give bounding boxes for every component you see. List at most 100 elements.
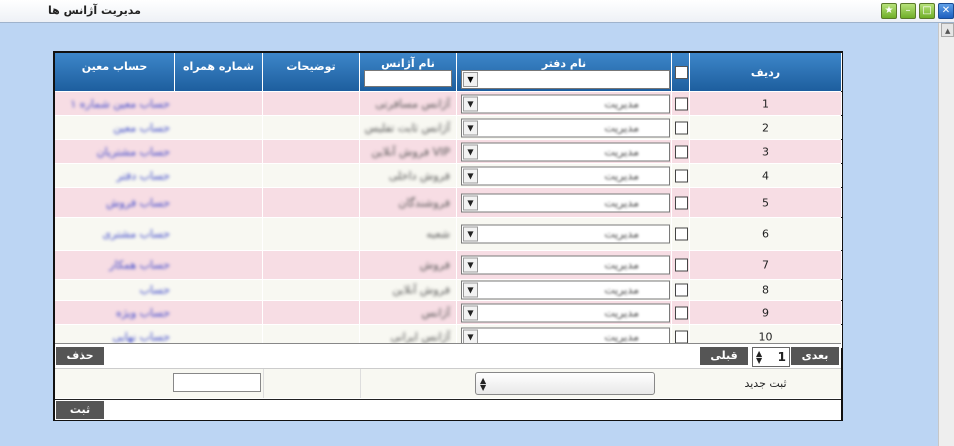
account-link[interactable]: حساب معین bbox=[113, 121, 170, 134]
row-checkbox[interactable] bbox=[675, 97, 688, 110]
office-value: مدیریت bbox=[604, 306, 639, 319]
office-cell: ▼ مدیریت bbox=[457, 251, 672, 279]
agency-name: فروش داخلی bbox=[388, 169, 450, 182]
account-link[interactable]: حساب ویژه bbox=[116, 306, 170, 319]
row-select-cell bbox=[672, 140, 690, 163]
account-cell: حساب ویژه bbox=[55, 301, 174, 324]
close-icon[interactable]: ✕ bbox=[938, 3, 954, 19]
office-value: مدیریت bbox=[604, 97, 639, 110]
minimize-icon[interactable]: – bbox=[900, 3, 916, 19]
delete-button[interactable]: حذف bbox=[56, 347, 104, 365]
row-number: 1 bbox=[762, 97, 769, 110]
office-select[interactable]: ▼ مدیریت bbox=[461, 166, 670, 185]
col-header-office: نام دفتر ▼ bbox=[457, 53, 672, 91]
account-link[interactable]: حساب مشتری bbox=[102, 228, 170, 241]
agency-filter-input[interactable] bbox=[364, 70, 452, 87]
table-row: 6 ▼ مدیریت شعبه حساب مشتری bbox=[55, 218, 842, 250]
agency-cell: شعبه bbox=[360, 218, 457, 250]
account-cell: حساب مشتری bbox=[55, 218, 174, 250]
row-checkbox[interactable] bbox=[675, 306, 688, 319]
submit-button[interactable]: ثبت bbox=[56, 401, 104, 419]
agency-cell: فروش داخلی bbox=[360, 164, 457, 187]
phone-cell bbox=[175, 218, 263, 250]
new-office-select[interactable]: ▲ ▼ bbox=[475, 372, 655, 395]
office-cell: ▼ مدیریت bbox=[457, 280, 672, 300]
maximize-icon[interactable]: □ bbox=[919, 3, 935, 19]
row-number-cell: 6 bbox=[690, 218, 842, 250]
phone-cell bbox=[175, 280, 263, 300]
table-row: 7 ▼ مدیریت فروش حساب همکار bbox=[55, 251, 842, 279]
row-number: 6 bbox=[762, 227, 769, 241]
office-select[interactable]: ▼ مدیریت bbox=[461, 193, 670, 212]
row-checkbox[interactable] bbox=[675, 145, 688, 158]
office-select[interactable]: ▼ مدیریت bbox=[461, 224, 670, 244]
account-link[interactable]: حساب دفتر bbox=[117, 169, 170, 182]
desc-cell bbox=[263, 301, 360, 324]
col-header-select bbox=[672, 53, 690, 91]
account-link[interactable]: حساب فروش bbox=[106, 196, 170, 209]
office-select[interactable]: ▼ مدیریت bbox=[461, 280, 670, 300]
row-checkbox[interactable] bbox=[675, 283, 688, 297]
select-all-checkbox[interactable] bbox=[675, 66, 688, 79]
phone-cell bbox=[175, 251, 263, 279]
row-checkbox[interactable] bbox=[675, 196, 688, 209]
agency-name: آژانس ایرانی bbox=[390, 330, 450, 343]
row-checkbox[interactable] bbox=[675, 227, 688, 241]
chevron-down-icon: ▼ bbox=[463, 329, 478, 344]
row-number-cell: 9 bbox=[690, 301, 842, 324]
pin-icon[interactable]: ★ bbox=[881, 3, 897, 19]
row-number: 10 bbox=[758, 330, 773, 343]
account-link[interactable]: حساب مشتریان bbox=[97, 145, 170, 158]
scroll-up-button[interactable]: ▲ bbox=[941, 23, 954, 37]
office-select[interactable]: ▼ مدیریت bbox=[461, 142, 670, 161]
new-agency-input[interactable] bbox=[173, 373, 261, 392]
row-select-cell bbox=[672, 164, 690, 187]
chevron-down-icon: ▼ bbox=[463, 305, 478, 320]
divider bbox=[360, 369, 361, 398]
row-select-cell bbox=[672, 188, 690, 217]
row-number-cell: 7 bbox=[690, 251, 842, 279]
page-number-stepper[interactable]: ▲ ▼ 1 bbox=[752, 347, 790, 367]
office-select[interactable]: ▼ مدیریت bbox=[461, 255, 670, 275]
phone-cell bbox=[175, 92, 263, 115]
agency-cell: آژانس مسافرتی bbox=[360, 92, 457, 115]
account-cell: حساب فروش bbox=[55, 188, 174, 217]
table-row: 9 ▼ مدیریت آژانس حساب ویژه bbox=[55, 301, 842, 324]
vertical-scrollbar[interactable]: ▲ bbox=[938, 23, 954, 446]
chevron-down-icon: ▼ bbox=[463, 226, 478, 242]
office-cell: ▼ مدیریت bbox=[457, 92, 672, 115]
account-link[interactable]: حساب همکار bbox=[109, 259, 170, 272]
account-cell: حساب معین شماره ۱ bbox=[55, 92, 174, 115]
col-header-agency-label: نام آژانس bbox=[381, 57, 435, 70]
row-checkbox[interactable] bbox=[675, 121, 688, 134]
row-checkbox[interactable] bbox=[675, 330, 688, 343]
table-row: 4 ▼ مدیریت فروش داخلی حساب دفتر bbox=[55, 164, 842, 187]
col-header-desc: توضیحات bbox=[263, 53, 360, 91]
office-select[interactable]: ▼ مدیریت bbox=[461, 118, 670, 137]
spinner-icon[interactable]: ▲ ▼ bbox=[756, 350, 762, 365]
office-filter-select[interactable]: ▼ bbox=[461, 70, 670, 89]
account-link[interactable]: حساب bbox=[140, 284, 170, 297]
office-value: مدیریت bbox=[604, 196, 639, 209]
chevron-down-icon: ▼ bbox=[463, 120, 478, 135]
office-value: مدیریت bbox=[604, 169, 639, 182]
spinner-icon: ▲ ▼ bbox=[480, 376, 487, 392]
office-cell: ▼ مدیریت bbox=[457, 188, 672, 217]
row-checkbox[interactable] bbox=[675, 258, 688, 272]
row-number-cell: 4 bbox=[690, 164, 842, 187]
office-select[interactable]: ▼ مدیریت bbox=[461, 303, 670, 322]
agency-name: شعبه bbox=[426, 227, 450, 241]
chevron-down-icon: ▼ bbox=[463, 144, 478, 159]
col-header-agency: نام آژانس bbox=[360, 53, 457, 91]
account-cell: حساب مشتریان bbox=[55, 140, 174, 163]
divider bbox=[263, 369, 264, 398]
prev-page-button[interactable]: قبلی bbox=[700, 347, 748, 365]
account-link[interactable]: حساب نهایی bbox=[112, 330, 170, 343]
account-link[interactable]: حساب معین شماره ۱ bbox=[70, 97, 170, 110]
row-number-cell: 2 bbox=[690, 116, 842, 139]
next-page-button[interactable]: بعدی bbox=[791, 347, 839, 365]
row-checkbox[interactable] bbox=[675, 169, 688, 182]
row-number: 2 bbox=[762, 121, 769, 134]
office-select[interactable]: ▼ مدیریت bbox=[461, 94, 670, 113]
agency-name: فروش آنلاین bbox=[392, 283, 450, 297]
